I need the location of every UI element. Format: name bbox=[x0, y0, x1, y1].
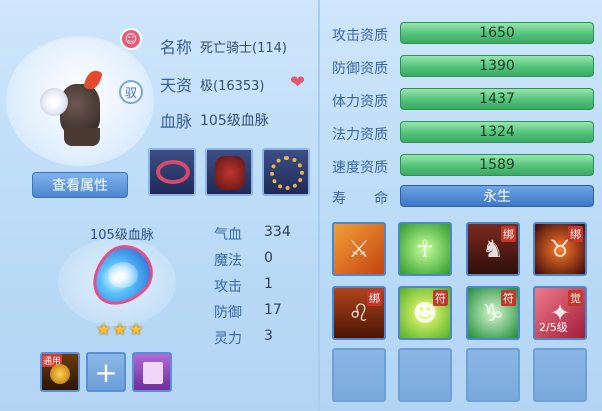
quality-label-mp: 法力资质 bbox=[332, 127, 388, 143]
stat-hp-value: 334 bbox=[264, 224, 291, 240]
empty-skill-slot[interactable] bbox=[332, 348, 386, 402]
skill-slot-6[interactable]: ☻ 符 bbox=[398, 286, 452, 340]
ride-badge-icon[interactable]: 驭 bbox=[119, 80, 143, 104]
rune-slot[interactable]: 通用 bbox=[40, 352, 80, 392]
add-slot-button[interactable]: + bbox=[86, 352, 126, 392]
skill-slot-2[interactable]: ☥ bbox=[398, 222, 452, 276]
life-label: 寿 命 bbox=[332, 191, 388, 207]
book-slot[interactable] bbox=[132, 352, 172, 392]
skill-slot-8[interactable]: ✦ 觉 2/5级 bbox=[533, 286, 587, 340]
book-icon bbox=[143, 362, 163, 384]
quality-label-spd: 速度资质 bbox=[332, 160, 388, 176]
bloodline-stars: ★★★ bbox=[96, 320, 145, 340]
skill-tag: 符 bbox=[433, 290, 448, 306]
skill-tag: 符 bbox=[501, 290, 516, 306]
stat-spirit-value: 3 bbox=[264, 328, 273, 344]
stat-mp-label: 魔法 bbox=[214, 253, 242, 269]
skill-slot-5[interactable]: ♌ 绑 bbox=[332, 286, 386, 340]
skill-slot-7[interactable]: ♑ 符 bbox=[466, 286, 520, 340]
talent-label: 天资 bbox=[160, 76, 193, 95]
equip-slot-necklace[interactable] bbox=[148, 148, 196, 196]
quality-bar-spd: 1589 bbox=[400, 154, 594, 176]
pet-shield bbox=[40, 88, 68, 116]
stat-atk-label: 攻击 bbox=[214, 279, 242, 295]
quality-label-hp: 体力资质 bbox=[332, 94, 388, 110]
equip-slot-collar[interactable] bbox=[262, 148, 310, 196]
quality-label-atk: 攻击资质 bbox=[332, 28, 388, 44]
quality-bar-mp: 1324 bbox=[400, 121, 594, 143]
armor-icon bbox=[215, 156, 245, 190]
aptitude-panel: 攻击资质 1650 防御资质 1390 体力资质 1437 法力资质 1324 … bbox=[318, 0, 602, 411]
equip-slot-armor[interactable] bbox=[205, 148, 253, 196]
skill-tag: 绑 bbox=[568, 226, 583, 242]
pet-horn bbox=[83, 68, 103, 92]
sword-icon: ⚔ bbox=[348, 235, 370, 263]
stat-hp-label: 气血 bbox=[214, 227, 242, 243]
heart-icon[interactable]: ❤ bbox=[290, 72, 305, 93]
skill-slot-3[interactable]: ♞ 绑 bbox=[466, 222, 520, 276]
empty-skill-slot[interactable] bbox=[533, 348, 587, 402]
name-label: 名称 bbox=[160, 38, 193, 57]
bloodline-value: 105级血脉 bbox=[200, 113, 269, 129]
bloodline-label: 血脉 bbox=[160, 112, 193, 131]
collar-icon bbox=[270, 156, 304, 190]
skill-slot-4[interactable]: ♉ 绑 bbox=[533, 222, 587, 276]
stat-mp-value: 0 bbox=[264, 250, 273, 266]
view-attributes-button[interactable]: 查看属性 bbox=[32, 172, 128, 198]
stat-atk-value: 1 bbox=[264, 276, 273, 292]
quality-label-def: 防御资质 bbox=[332, 61, 388, 77]
pet-type-icon[interactable]: ☺ bbox=[120, 28, 142, 50]
necklace-icon bbox=[156, 160, 190, 184]
name-value: 死亡骑士(114) bbox=[200, 41, 287, 56]
skill-tag: 绑 bbox=[501, 226, 516, 242]
skill-slot-1[interactable]: ⚔ bbox=[332, 222, 386, 276]
empty-skill-slot[interactable] bbox=[398, 348, 452, 402]
pet-model[interactable] bbox=[40, 66, 120, 148]
pet-info-panel: ☺ 驭 名称 死亡骑士(114) 天资 极(16353) ❤ 血脉 105级血脉… bbox=[0, 0, 318, 411]
stat-def-value: 17 bbox=[264, 302, 282, 318]
empty-skill-slot[interactable] bbox=[466, 348, 520, 402]
skill-tag: 觉 bbox=[568, 290, 583, 306]
stat-spirit-label: 灵力 bbox=[214, 331, 242, 347]
life-bar: 永生 bbox=[400, 185, 594, 207]
rune-icon bbox=[50, 364, 70, 384]
quality-bar-atk: 1650 bbox=[400, 22, 594, 44]
skill-tag: 绑 bbox=[367, 290, 382, 306]
stat-def-label: 防御 bbox=[214, 305, 242, 321]
quality-bar-def: 1390 bbox=[400, 55, 594, 77]
skill-level: 2/5级 bbox=[539, 321, 568, 334]
quality-bar-hp: 1437 bbox=[400, 88, 594, 110]
crystal-glow bbox=[108, 262, 138, 288]
talent-value: 极(16353) bbox=[200, 79, 265, 94]
figure-icon: ☥ bbox=[416, 235, 434, 263]
pet-legs bbox=[64, 128, 100, 146]
